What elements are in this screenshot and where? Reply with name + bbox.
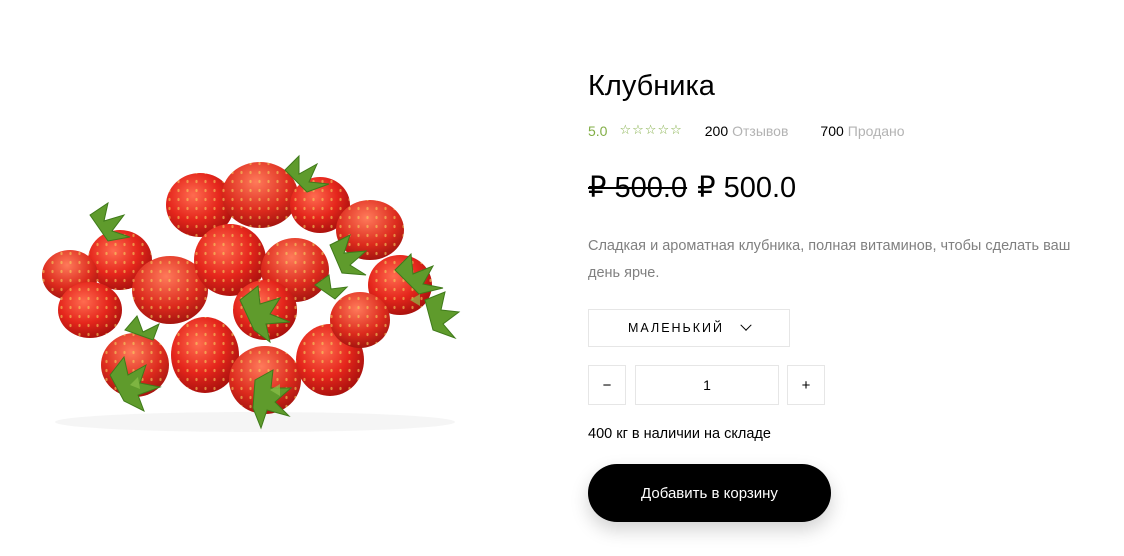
price-row: ₽ 500.0 ₽ 500.0	[588, 170, 796, 205]
size-select[interactable]: МАЛЕНЬКИЙ	[588, 309, 790, 347]
add-to-cart-button[interactable]: Добавить в корзину	[588, 464, 831, 522]
star-icon[interactable]: ☆	[632, 124, 644, 138]
star-icon[interactable]: ☆	[657, 124, 669, 138]
quantity-input[interactable]	[635, 365, 779, 405]
chevron-down-icon	[740, 319, 752, 331]
size-select-value: МАЛЕНЬКИЙ	[627, 321, 725, 335]
reviews-count: 200	[704, 123, 729, 139]
quantity-decrease-button[interactable]: −	[588, 365, 626, 405]
sold-count: 700	[820, 123, 844, 139]
product-title: Клубника	[588, 70, 715, 102]
strawberry	[330, 292, 390, 348]
stock-availability: 400 кг в наличии на складе	[588, 426, 771, 442]
strawberries-illustration	[42, 154, 461, 432]
product-meta: 5.0 ☆ ☆ ☆ ☆ ☆ 200 Отзывов 700 Продано	[588, 123, 905, 139]
star-icon[interactable]: ☆	[619, 124, 631, 138]
strawberry	[336, 200, 404, 260]
reviews-link[interactable]: 200 Отзывов	[705, 123, 789, 139]
product-image	[30, 150, 480, 440]
strawberry	[58, 282, 122, 338]
star-icon[interactable]: ☆	[645, 124, 657, 138]
product-page: Клубника 5.0 ☆ ☆ ☆ ☆ ☆ 200 Отзывов 700 Про…	[0, 0, 1124, 556]
rating-stars[interactable]: ☆ ☆ ☆ ☆ ☆	[619, 124, 681, 138]
quantity-increase-button[interactable]: +	[787, 365, 825, 405]
strawberry	[171, 317, 239, 393]
star-icon[interactable]: ☆	[670, 124, 682, 138]
sold-info: 700 Продано	[820, 123, 904, 139]
sold-label: Продано	[847, 123, 905, 139]
reviews-label: Отзывов	[732, 123, 789, 139]
current-price: ₽ 500.0	[697, 172, 797, 204]
rating-value: 5.0	[588, 123, 608, 139]
product-description: Сладкая и ароматная клубника, полная вит…	[588, 238, 1071, 281]
old-price: ₽ 500.0	[588, 172, 688, 204]
